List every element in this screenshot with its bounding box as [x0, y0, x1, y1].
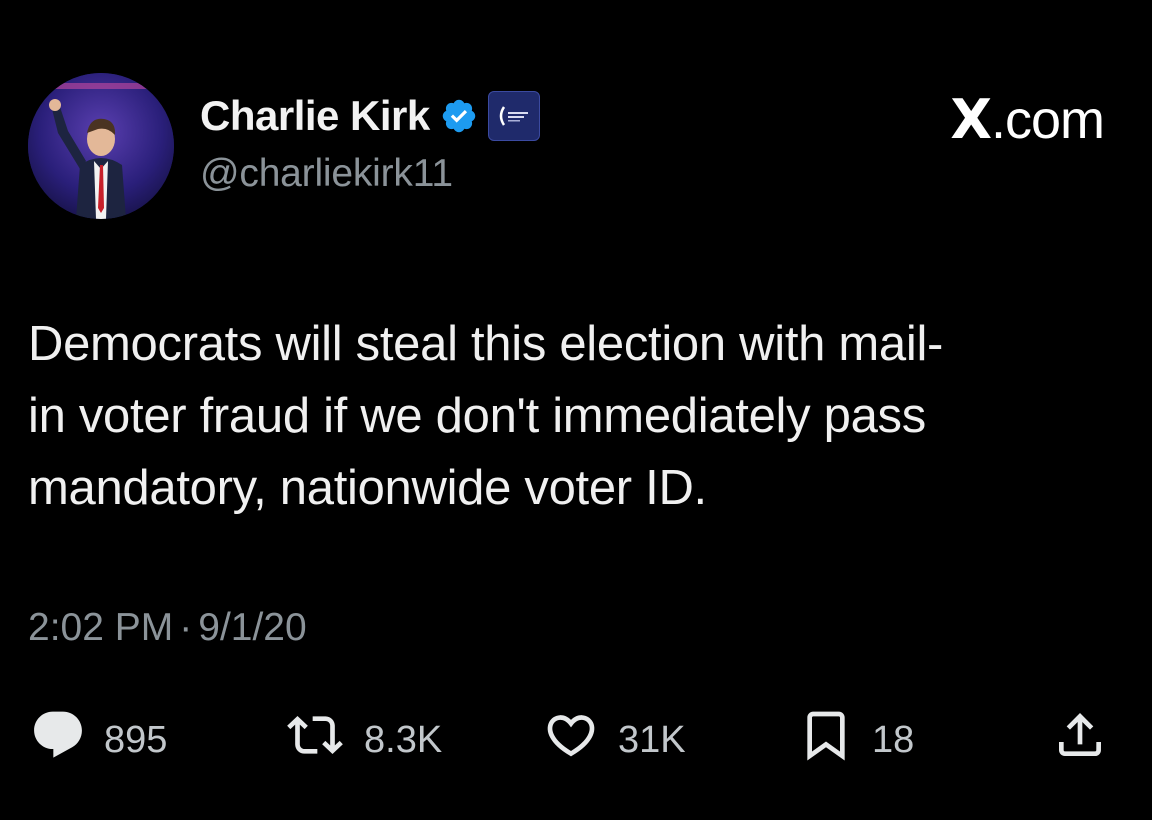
- timestamp-separator: ·: [179, 606, 193, 649]
- reply-button[interactable]: 895: [30, 700, 167, 780]
- like-count: 31K: [618, 718, 686, 761]
- display-name[interactable]: Charlie Kirk: [200, 92, 430, 140]
- heart-icon: [542, 707, 600, 773]
- tweet-card: Charlie Kirk @charliekirk11 X .com Democr…: [0, 0, 1152, 820]
- bookmark-count: 18: [872, 718, 915, 761]
- tweet-time: 2:02 PM: [28, 606, 174, 649]
- action-bar: 895 8.3K 31K 18: [22, 700, 1122, 780]
- tweet-text: Democrats will steal this election with …: [28, 308, 1128, 524]
- avatar[interactable]: [28, 73, 174, 219]
- avatar-image: [28, 73, 174, 219]
- repost-button[interactable]: 8.3K: [284, 700, 442, 780]
- reply-icon: [30, 707, 86, 773]
- brand-label: X .com: [950, 88, 1105, 151]
- bookmark-button[interactable]: 18: [798, 700, 914, 780]
- share-icon: [1052, 707, 1108, 773]
- brand-domain: .com: [990, 89, 1105, 150]
- organization-badge-icon[interactable]: [487, 91, 540, 141]
- tweet-text-line: in voter fraud if we don't immediately p…: [28, 389, 926, 443]
- repost-count: 8.3K: [364, 718, 443, 761]
- tweet-text-line: Democrats will steal this election with …: [28, 317, 944, 371]
- verified-badge-icon[interactable]: [440, 97, 478, 135]
- tweet-timestamp[interactable]: 2:02 PM · 9/1/20: [28, 606, 307, 650]
- x-logo-icon: X: [950, 88, 992, 151]
- tweet-text-line: mandatory, nationwide voter ID.: [28, 461, 707, 515]
- share-button[interactable]: [1052, 700, 1108, 780]
- reply-count: 895: [104, 718, 168, 761]
- bookmark-icon: [798, 707, 854, 773]
- like-button[interactable]: 31K: [542, 700, 686, 780]
- tweet-date: 9/1/20: [198, 606, 307, 649]
- user-handle[interactable]: @charliekirk11: [200, 152, 453, 196]
- repost-icon: [284, 707, 346, 773]
- name-row: Charlie Kirk: [200, 88, 540, 144]
